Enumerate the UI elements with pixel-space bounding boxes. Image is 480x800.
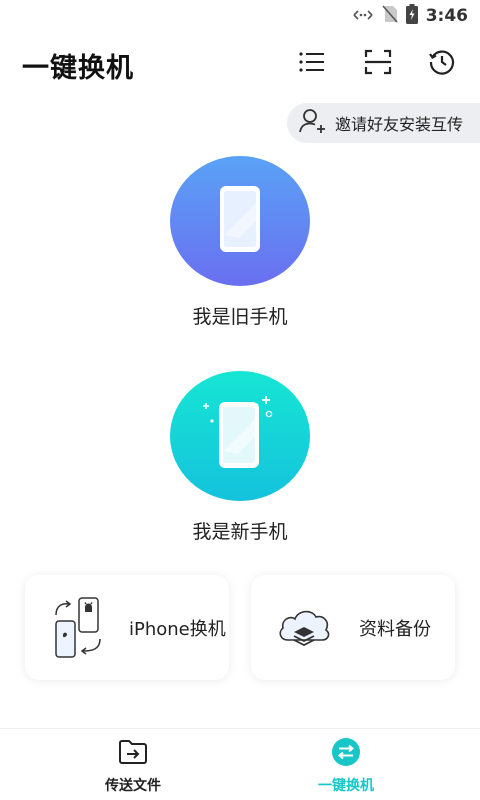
old-phone-option[interactable]: 我是旧手机 xyxy=(0,156,480,346)
new-phone-option[interactable]: 我是新手机 xyxy=(0,371,480,561)
new-phone-label: 我是新手机 xyxy=(192,521,288,543)
history-icon xyxy=(428,48,456,80)
page-title: 一键换机 xyxy=(22,53,134,84)
add-user-icon xyxy=(299,108,327,138)
nav-send-files-label: 传送文件 xyxy=(105,778,161,794)
nav-send-files[interactable]: 传送文件 xyxy=(73,737,193,797)
battery-charging-icon xyxy=(405,4,418,28)
bottom-nav: 传送文件 一键换机 xyxy=(0,728,480,800)
status-time: 3:46 xyxy=(425,6,468,26)
invite-label: 邀请好友安装互传 xyxy=(335,115,464,134)
switch-icon xyxy=(330,737,362,767)
invite-friend-button[interactable]: 邀请好友安装互传 xyxy=(287,103,480,143)
scan-icon xyxy=(364,49,392,79)
cloud-layers-icon xyxy=(273,596,335,660)
phone-icon xyxy=(219,185,261,257)
data-transfer-icon xyxy=(352,7,374,26)
status-icons: 3:46 xyxy=(352,4,468,28)
header: 一键换机 xyxy=(0,40,480,88)
iphone-switch-card[interactable]: iPhone换机 xyxy=(25,575,229,680)
list-button[interactable] xyxy=(294,46,330,82)
status-bar: 3:46 xyxy=(0,0,480,32)
nav-one-click-switch[interactable]: 一键换机 xyxy=(286,737,406,797)
no-sim-icon xyxy=(382,5,398,27)
old-phone-circle[interactable] xyxy=(170,156,310,286)
history-button[interactable] xyxy=(424,46,460,82)
data-backup-label: 资料备份 xyxy=(359,618,431,640)
folder-send-icon xyxy=(117,737,149,767)
nav-one-click-switch-label: 一键换机 xyxy=(318,778,374,794)
new-phone-circle[interactable] xyxy=(170,371,310,501)
iphone-android-icon xyxy=(47,596,109,660)
data-backup-card[interactable]: 资料备份 xyxy=(251,575,455,680)
iphone-switch-label: iPhone换机 xyxy=(129,618,226,640)
old-phone-label: 我是旧手机 xyxy=(192,306,288,328)
list-icon xyxy=(298,51,326,77)
phone-sparkle-icon xyxy=(200,394,280,478)
scan-button[interactable] xyxy=(360,46,396,82)
